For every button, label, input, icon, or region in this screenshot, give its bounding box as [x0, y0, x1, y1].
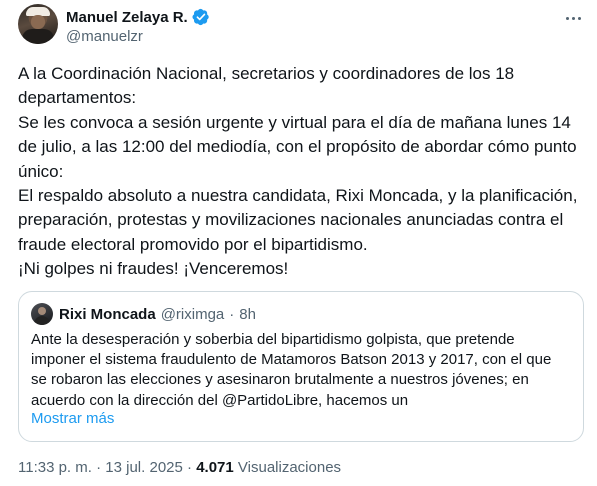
more-options-icon[interactable]: [562, 8, 584, 28]
tweet-date[interactable]: 13 jul. 2025: [105, 459, 183, 476]
author-handle[interactable]: @manuelzr: [66, 28, 143, 45]
views-count: 4.071: [196, 459, 234, 476]
tweet-time[interactable]: 11:33 p. m.: [18, 459, 92, 476]
tweet-meta: 11:33 p. m. · 13 jul. 2025 · 4.071 Visua…: [18, 459, 341, 476]
tweet-text: A la Coordinación Nacional, secretarios …: [18, 62, 586, 282]
author-avatar[interactable]: [18, 4, 58, 44]
avatar-body: [22, 29, 54, 44]
author-display-name[interactable]: Manuel Zelaya R.: [66, 9, 188, 26]
views-label: Visualizaciones: [237, 459, 342, 476]
quoted-display-name: Rixi Moncada: [59, 305, 156, 323]
avatar-face: [31, 15, 45, 29]
quoted-text: Ante la desesperación y soberbia del bip…: [31, 331, 552, 409]
quoted-avatar-body: [34, 316, 50, 325]
quoted-time: 8h: [239, 305, 256, 323]
quoted-avatar-face: [38, 307, 46, 315]
quoted-handle: @riximga: [160, 305, 225, 323]
tweet[interactable]: Manuel Zelaya R. @manuelzr A la Coordina…: [0, 0, 597, 486]
quoted-tweet[interactable]: Rixi Moncada @riximga · 8h Ante la deses…: [18, 291, 584, 442]
meta-separator: ·: [187, 459, 193, 476]
tweet-line: Se les convoca a sesión urgente y virtua…: [18, 112, 577, 181]
dot: [577, 16, 581, 20]
dot: [565, 16, 569, 20]
quoted-separator: ·: [229, 305, 235, 323]
tweet-line: ¡Ni golpes ni fraudes! ¡Venceremos!: [18, 259, 289, 279]
quoted-header: Rixi Moncada @riximga · 8h: [59, 304, 256, 324]
author-name-row: Manuel Zelaya R.: [66, 7, 210, 27]
tweet-line: El respaldo absoluto a nuestra candidata…: [18, 186, 578, 254]
verified-badge-icon: [192, 8, 210, 26]
dot: [571, 16, 575, 20]
tweet-line: A la Coordinación Nacional, secretarios …: [18, 64, 515, 108]
quoted-author-avatar[interactable]: [31, 303, 53, 325]
meta-separator: ·: [96, 459, 102, 476]
show-more-link[interactable]: Mostrar más: [31, 410, 114, 427]
